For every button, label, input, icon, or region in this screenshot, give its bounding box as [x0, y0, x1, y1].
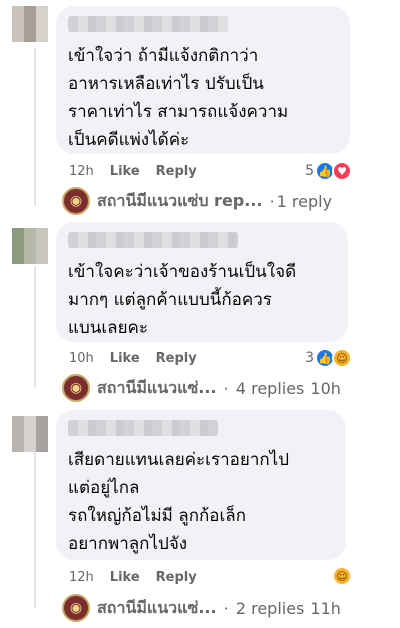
- comment-text: เสียดายแทนเลยค่ะเราอยากไป แต่อยู่ไกล รถใ…: [68, 450, 290, 554]
- replier-name: สถานีมีแนวแซ่...: [97, 597, 217, 617]
- care-reaction-icon: ☺: [332, 566, 352, 586]
- thread-line: [34, 48, 36, 206]
- reaction-summary[interactable]: 5 👍 ♥: [305, 160, 352, 182]
- reaction-summary[interactable]: ☺: [332, 565, 352, 587]
- commenter-avatar[interactable]: [12, 228, 48, 264]
- reply-time: 10h: [310, 378, 341, 398]
- reply-button[interactable]: Reply: [156, 570, 197, 585]
- commenter-name-blurred[interactable]: [68, 232, 238, 248]
- page-avatar: ◉: [62, 374, 90, 402]
- like-button[interactable]: Like: [110, 570, 140, 585]
- comment-bubble: เข้าใจว่า ถ้ามีแจ้งกติกาว่า อาหารเหลือเท…: [56, 6, 350, 154]
- page-avatar: ◉: [62, 187, 90, 215]
- comment-actions: 12h Like Reply: [69, 568, 197, 586]
- reply-count: 2 replies: [235, 598, 305, 618]
- comment-bubble: เข้าใจคะว่าเจ้าของร้านเป็นใจดี มากๆ แต่ล…: [56, 222, 348, 342]
- replier-name: สถานีมีแนวแซ่บ rep...: [97, 190, 263, 210]
- comment-text: เข้าใจคะว่าเจ้าของร้านเป็นใจดี มากๆ แต่ล…: [68, 262, 297, 338]
- commenter-name-blurred[interactable]: [68, 420, 218, 436]
- reply-button[interactable]: Reply: [156, 164, 197, 179]
- reaction-count: 3: [305, 350, 314, 366]
- comment-actions: 12h Like Reply: [69, 162, 197, 180]
- separator-dot: ·: [264, 191, 275, 211]
- view-replies-link[interactable]: ◉ สถานีมีแนวแซ่บ rep... · 1 reply: [62, 184, 332, 218]
- thread-line: [34, 452, 36, 608]
- comment-time[interactable]: 12h: [69, 570, 94, 585]
- comment-time[interactable]: 12h: [69, 164, 94, 179]
- reaction-count: 5: [305, 163, 314, 179]
- commenter-avatar[interactable]: [12, 416, 48, 452]
- page-avatar: ◉: [62, 594, 90, 622]
- reply-count: 1 reply: [276, 191, 333, 211]
- like-button[interactable]: Like: [110, 164, 140, 179]
- separator-dot: ·: [218, 378, 234, 398]
- commenter-name-blurred[interactable]: [68, 16, 228, 32]
- thread-line: [34, 266, 36, 388]
- care-reaction-icon: ☺: [332, 348, 352, 368]
- view-replies-link[interactable]: ◉ สถานีมีแนวแซ่... · 2 replies 11h: [62, 591, 341, 625]
- comment-text: เข้าใจว่า ถ้ามีแจ้งกติกาว่า อาหารเหลือเท…: [68, 46, 289, 150]
- comment-time[interactable]: 10h: [69, 351, 94, 366]
- love-reaction-icon: ♥: [332, 161, 352, 181]
- reply-count: 4 replies: [235, 378, 305, 398]
- replier-name: สถานีมีแนวแซ่...: [97, 377, 217, 397]
- reply-button[interactable]: Reply: [156, 351, 197, 366]
- comment-bubble: เสียดายแทนเลยค่ะเราอยากไป แต่อยู่ไกล รถใ…: [56, 410, 346, 560]
- like-button[interactable]: Like: [110, 351, 140, 366]
- separator-dot: ·: [218, 598, 234, 618]
- view-replies-link[interactable]: ◉ สถานีมีแนวแซ่... · 4 replies 10h: [62, 371, 341, 405]
- comment-actions: 10h Like Reply: [69, 349, 197, 367]
- reaction-summary[interactable]: 3 👍 ☺: [305, 347, 352, 369]
- commenter-avatar[interactable]: [12, 6, 48, 42]
- reply-time: 11h: [310, 598, 341, 618]
